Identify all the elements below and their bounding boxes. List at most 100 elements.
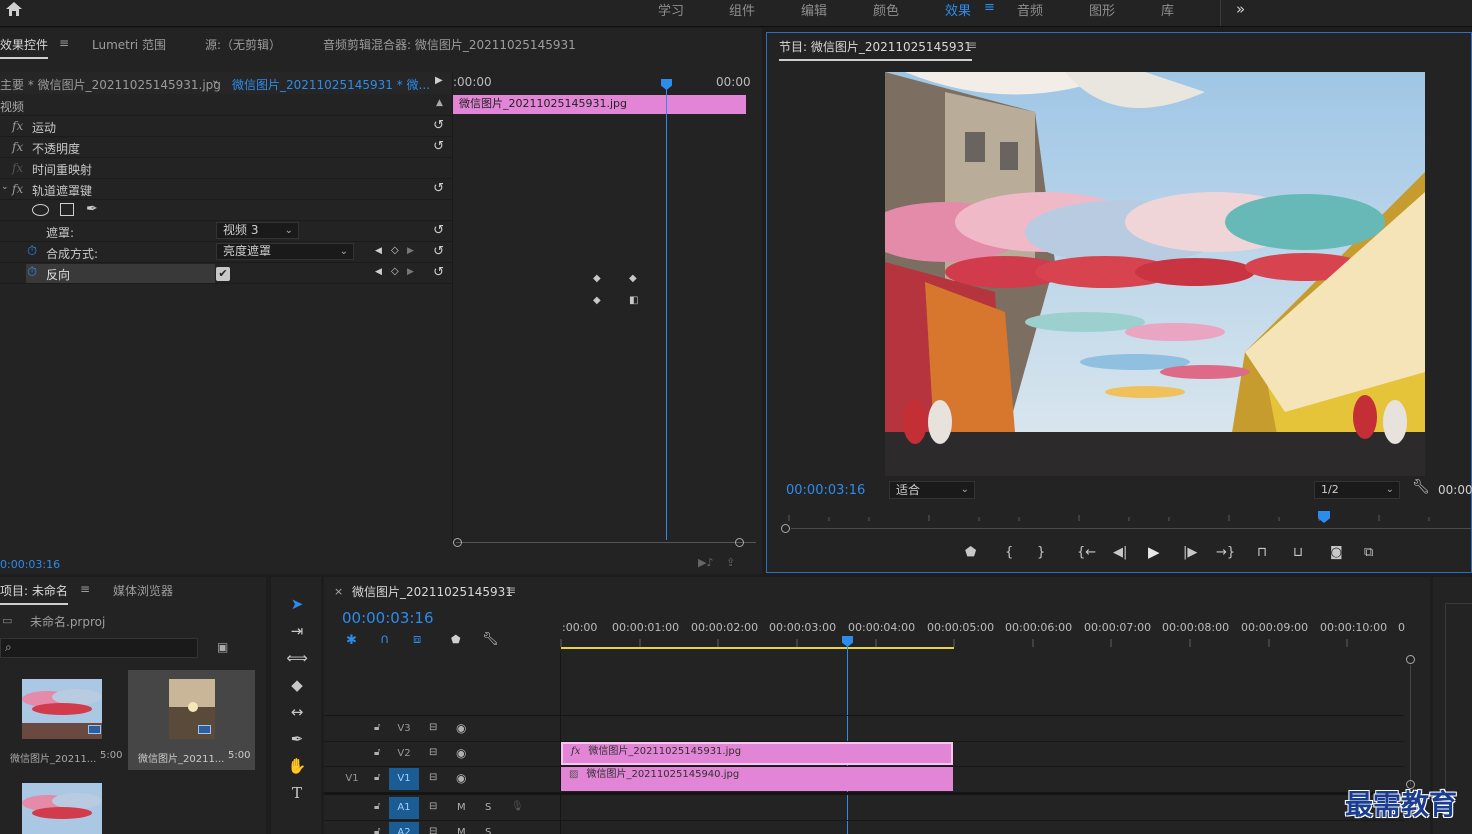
timeline-zoom-handle-top[interactable]: [1406, 655, 1415, 664]
play-icon[interactable]: ▶: [1148, 543, 1160, 561]
master-clip-label[interactable]: 主要 * 微信图片_20211025145931.jpg: [0, 76, 221, 93]
prev-keyframe-icon[interactable]: ◀: [375, 267, 382, 277]
program-zoom-handle[interactable]: [781, 524, 790, 533]
reverse-checkbox[interactable]: ✔: [216, 267, 230, 281]
extract-icon[interactable]: ⊔: [1293, 545, 1303, 560]
project-item[interactable]: 微信图片_20211... 5:00: [128, 670, 255, 770]
solo-button[interactable]: S: [485, 827, 491, 834]
item-thumbnail[interactable]: [22, 783, 102, 834]
track-label-a2[interactable]: A2: [389, 822, 419, 834]
sequence-title[interactable]: 微信图片_20211025145931: [352, 583, 513, 600]
reset-icon[interactable]: ↺: [433, 118, 444, 133]
chevron-down-icon[interactable]: ⌄: [211, 75, 219, 86]
eye-icon[interactable]: ◉: [456, 771, 466, 785]
add-keyframe-icon[interactable]: ◇: [391, 245, 399, 256]
step-back-icon[interactable]: ◀|: [1113, 545, 1127, 560]
clip-v1[interactable]: ▨ 微信图片_20211025145940.jpg: [561, 767, 953, 791]
program-timecode[interactable]: 00:00:03:16: [786, 483, 865, 498]
project-item[interactable]: 微信图片_20211... 5:00: [0, 670, 126, 770]
tab-editing[interactable]: 编辑: [801, 0, 827, 19]
program-scroll-track[interactable]: [791, 528, 1471, 529]
effect-opacity[interactable]: fx 不透明度 ↺: [0, 137, 452, 158]
double-chevron-right-icon[interactable]: »: [1236, 0, 1245, 18]
keyframe-diamond-icon[interactable]: ◆: [593, 295, 601, 306]
microphone-icon[interactable]: 🎙︎: [511, 801, 524, 812]
tab-menu-icon[interactable]: ≡: [59, 36, 69, 50]
reset-icon[interactable]: ↺: [433, 244, 444, 259]
fx-icon[interactable]: fx: [12, 182, 23, 196]
program-ruler[interactable]: [779, 511, 1472, 523]
tab-learn[interactable]: 学习: [658, 0, 684, 19]
mark-out-icon[interactable]: }: [1037, 545, 1045, 560]
play-audio-icon[interactable]: ▶♪: [698, 556, 713, 569]
tab-effects[interactable]: 效果: [945, 0, 971, 19]
ellipse-mask-icon[interactable]: [32, 204, 49, 216]
program-title[interactable]: 节目: 微信图片_20211025145931: [779, 38, 972, 61]
timeline-timecode[interactable]: 00:00:03:16: [342, 609, 434, 627]
selection-tool-icon[interactable]: ➤: [286, 595, 308, 617]
tab-menu-icon[interactable]: ≡: [80, 582, 90, 596]
tab-effect-controls[interactable]: 效果控件: [0, 36, 49, 59]
fx-icon[interactable]: fx: [12, 119, 23, 133]
program-video-frame[interactable]: [885, 72, 1425, 476]
snap-magnet-icon[interactable]: ∩: [380, 632, 390, 647]
fx-icon[interactable]: fx: [12, 140, 23, 154]
tab-source[interactable]: 源:（无剪辑）: [205, 36, 281, 53]
reset-icon[interactable]: ↺: [433, 139, 444, 154]
nest-icon[interactable]: ✱: [346, 633, 357, 648]
mute-button[interactable]: M: [457, 802, 466, 813]
reset-icon[interactable]: ↺: [433, 181, 444, 196]
add-marker-icon[interactable]: ⬟: [965, 545, 976, 560]
mini-playhead-line[interactable]: [666, 80, 667, 540]
ripple-edit-tool-icon[interactable]: ⟺: [286, 649, 308, 671]
lift-icon[interactable]: ⊓: [1257, 545, 1267, 560]
tab-lumetri-scopes[interactable]: Lumetri 范围: [92, 36, 166, 53]
zoom-handle-left[interactable]: [453, 538, 462, 547]
new-bin-icon[interactable]: ▣: [217, 640, 228, 654]
hand-tool-icon[interactable]: ✋: [286, 757, 308, 779]
tab-audio-clip-mixer[interactable]: 音频剪辑混合器: 微信图片_20211025145931: [323, 36, 576, 53]
effect-current-time[interactable]: 0:00:03:16: [0, 558, 60, 571]
camera-icon[interactable]: ◙: [1330, 545, 1343, 560]
pen-mask-icon[interactable]: ✒: [86, 201, 98, 217]
effect-track-matte[interactable]: ⌄ fx 轨道遮罩键 ↺: [0, 179, 452, 200]
effect-time-remap[interactable]: fx 时间重映射: [0, 158, 452, 179]
timeline-playhead-line[interactable]: [847, 642, 848, 834]
sync-lock-icon[interactable]: ⊟: [429, 772, 437, 783]
clip-v2[interactable]: fx 微信图片_20211025145931.jpg: [561, 742, 953, 765]
keyframe-diamond-icon[interactable]: ◆: [593, 273, 601, 284]
add-marker-icon[interactable]: ⬟: [451, 633, 461, 646]
go-to-in-icon[interactable]: {←: [1077, 545, 1096, 560]
work-area-bar[interactable]: [561, 647, 954, 649]
sync-lock-icon[interactable]: ⊟: [429, 722, 437, 733]
sync-lock-icon[interactable]: ⊟: [429, 801, 437, 812]
prev-keyframe-icon[interactable]: ◀: [375, 246, 382, 256]
tab-graphics[interactable]: 图形: [1089, 0, 1115, 19]
export-icon[interactable]: ⇪: [726, 556, 735, 569]
home-icon[interactable]: [6, 2, 22, 19]
mark-in-icon[interactable]: {: [1005, 545, 1013, 560]
go-to-out-icon[interactable]: →}: [1216, 545, 1235, 560]
stopwatch-icon[interactable]: ⏱: [27, 265, 37, 280]
mini-playhead-handle[interactable]: [661, 79, 672, 90]
project-search-input[interactable]: ⌕: [0, 638, 198, 658]
tab-effects-menu-icon[interactable]: ≡: [984, 0, 995, 15]
tab-color[interactable]: 颜色: [873, 0, 899, 19]
resolution-select[interactable]: 1/2 ⌄: [1314, 481, 1400, 499]
linked-selection-icon[interactable]: ⧈: [413, 632, 421, 647]
play-triangle-icon[interactable]: ▶: [435, 75, 443, 86]
add-keyframe-icon[interactable]: ◇: [391, 266, 399, 277]
lock-icon[interactable]: 🔓︎: [374, 772, 380, 783]
tab-assembly[interactable]: 组件: [729, 0, 755, 19]
pen-tool-icon[interactable]: ✒: [286, 730, 308, 752]
mute-button[interactable]: M: [457, 827, 466, 834]
reset-icon[interactable]: ↺: [433, 265, 444, 280]
timeline-vscroll[interactable]: [1410, 665, 1411, 785]
lock-icon[interactable]: 🔓︎: [374, 826, 380, 834]
wrench-icon[interactable]: 🔧︎: [1412, 479, 1430, 495]
reset-icon[interactable]: ↺: [433, 223, 444, 238]
lock-icon[interactable]: 🔓︎: [374, 747, 380, 758]
effect-motion[interactable]: fx 运动 ↺: [0, 116, 452, 137]
panel-menu-icon[interactable]: ≡: [967, 38, 977, 52]
sequence-menu-icon[interactable]: ≡: [506, 583, 516, 597]
